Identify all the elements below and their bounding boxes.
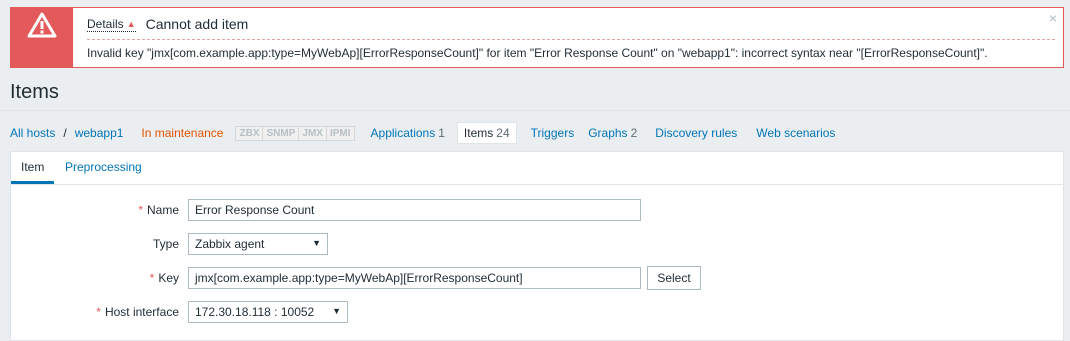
host-interface-selected-value: 172.30.18.118 : 10052 bbox=[195, 305, 315, 319]
error-details-text: Invalid key "jmx[com.example.app:type=My… bbox=[87, 46, 988, 60]
availability-zbx: ZBX bbox=[236, 126, 264, 140]
nav-applications[interactable]: Applications 1 bbox=[371, 126, 445, 140]
nav-graphs-label: Graphs bbox=[588, 126, 628, 140]
nav-graphs-count: 2 bbox=[630, 126, 638, 140]
availability-indicators: ZBX SNMP JMX IPMI bbox=[235, 125, 355, 141]
nav-web-scenarios[interactable]: Web scenarios bbox=[756, 126, 835, 140]
details-toggle[interactable]: Details ▲ bbox=[87, 17, 136, 32]
nav-graphs[interactable]: Graphs 2 bbox=[588, 126, 637, 140]
tab-preprocessing[interactable]: Preprocessing bbox=[55, 152, 152, 183]
availability-jmx: JMX bbox=[299, 126, 327, 140]
nav-web-scenarios-label: Web scenarios bbox=[756, 126, 836, 140]
error-header: Details ▲ Cannot add item bbox=[87, 14, 248, 34]
nav-discovery-rules-label: Discovery rules bbox=[655, 126, 738, 140]
error-icon-box bbox=[11, 8, 73, 67]
form-tabs: Item Preprocessing bbox=[11, 152, 1063, 185]
key-label: Key bbox=[158, 271, 179, 285]
name-label: Name bbox=[146, 203, 179, 217]
error-message-box: Details ▲ Cannot add item × Invalid key … bbox=[10, 7, 1064, 68]
key-label-box: * Key bbox=[11, 266, 179, 290]
host-interface-select[interactable]: 172.30.18.118 : 10052 ▼ bbox=[188, 301, 348, 323]
item-form-panel: Item Preprocessing * Name Error Response… bbox=[10, 151, 1064, 341]
error-title: Cannot add item bbox=[145, 16, 249, 32]
type-select[interactable]: Zabbix agent ▼ bbox=[188, 233, 328, 255]
error-divider bbox=[87, 39, 1055, 40]
availability-snmp: SNMP bbox=[263, 126, 300, 140]
select-key-button[interactable]: Select bbox=[647, 266, 701, 290]
name-label-box: * Name bbox=[11, 198, 179, 222]
nav-items[interactable]: Items 24 bbox=[456, 122, 517, 144]
required-mark: * bbox=[149, 271, 155, 285]
chevron-down-icon: ▼ bbox=[332, 306, 341, 316]
nav-applications-label: Applications bbox=[370, 126, 436, 140]
type-label: Type bbox=[152, 237, 179, 251]
maintenance-status: In maintenance bbox=[141, 126, 224, 140]
details-label: Details bbox=[87, 16, 124, 31]
host-navigation: All hosts / webapp1 In maintenance ZBX S… bbox=[10, 121, 835, 145]
host-interface-row: * Host interface bbox=[11, 300, 179, 324]
type-row: Type bbox=[11, 232, 179, 256]
type-label-box: Type bbox=[11, 232, 179, 256]
required-mark: * bbox=[138, 203, 143, 217]
chevron-down-icon: ▼ bbox=[312, 238, 321, 248]
nav-items-label: Items bbox=[463, 126, 494, 140]
tab-item[interactable]: Item bbox=[11, 152, 55, 184]
header-divider bbox=[0, 110, 1070, 111]
breadcrumb-host[interactable]: webapp1 bbox=[75, 126, 124, 140]
page-title: Items bbox=[10, 81, 59, 103]
nav-discovery-rules[interactable]: Discovery rules bbox=[655, 126, 737, 140]
host-interface-label: Host interface bbox=[104, 305, 179, 319]
name-input[interactable]: Error Response Count bbox=[188, 199, 641, 221]
key-row: * Key bbox=[11, 266, 179, 290]
nav-triggers-label: Triggers bbox=[530, 126, 575, 140]
arrow-up-icon: ▲ bbox=[126, 18, 136, 29]
availability-ipmi: IPMI bbox=[329, 127, 351, 139]
type-selected-value: Zabbix agent bbox=[195, 237, 265, 251]
close-icon[interactable]: × bbox=[1049, 11, 1057, 25]
host-interface-label-box: * Host interface bbox=[11, 300, 179, 324]
name-row: * Name bbox=[11, 198, 179, 222]
key-input[interactable]: jmx[com.example.app:type=MyWebAp][ErrorR… bbox=[188, 267, 641, 289]
nav-items-count: 24 bbox=[496, 126, 510, 140]
breadcrumb-all-hosts[interactable]: All hosts bbox=[10, 126, 55, 140]
required-mark: * bbox=[96, 305, 101, 319]
breadcrumb-separator: / bbox=[63, 126, 67, 140]
warning-icon bbox=[27, 12, 57, 38]
nav-triggers[interactable]: Triggers bbox=[531, 126, 575, 140]
nav-applications-count: 1 bbox=[438, 126, 445, 140]
